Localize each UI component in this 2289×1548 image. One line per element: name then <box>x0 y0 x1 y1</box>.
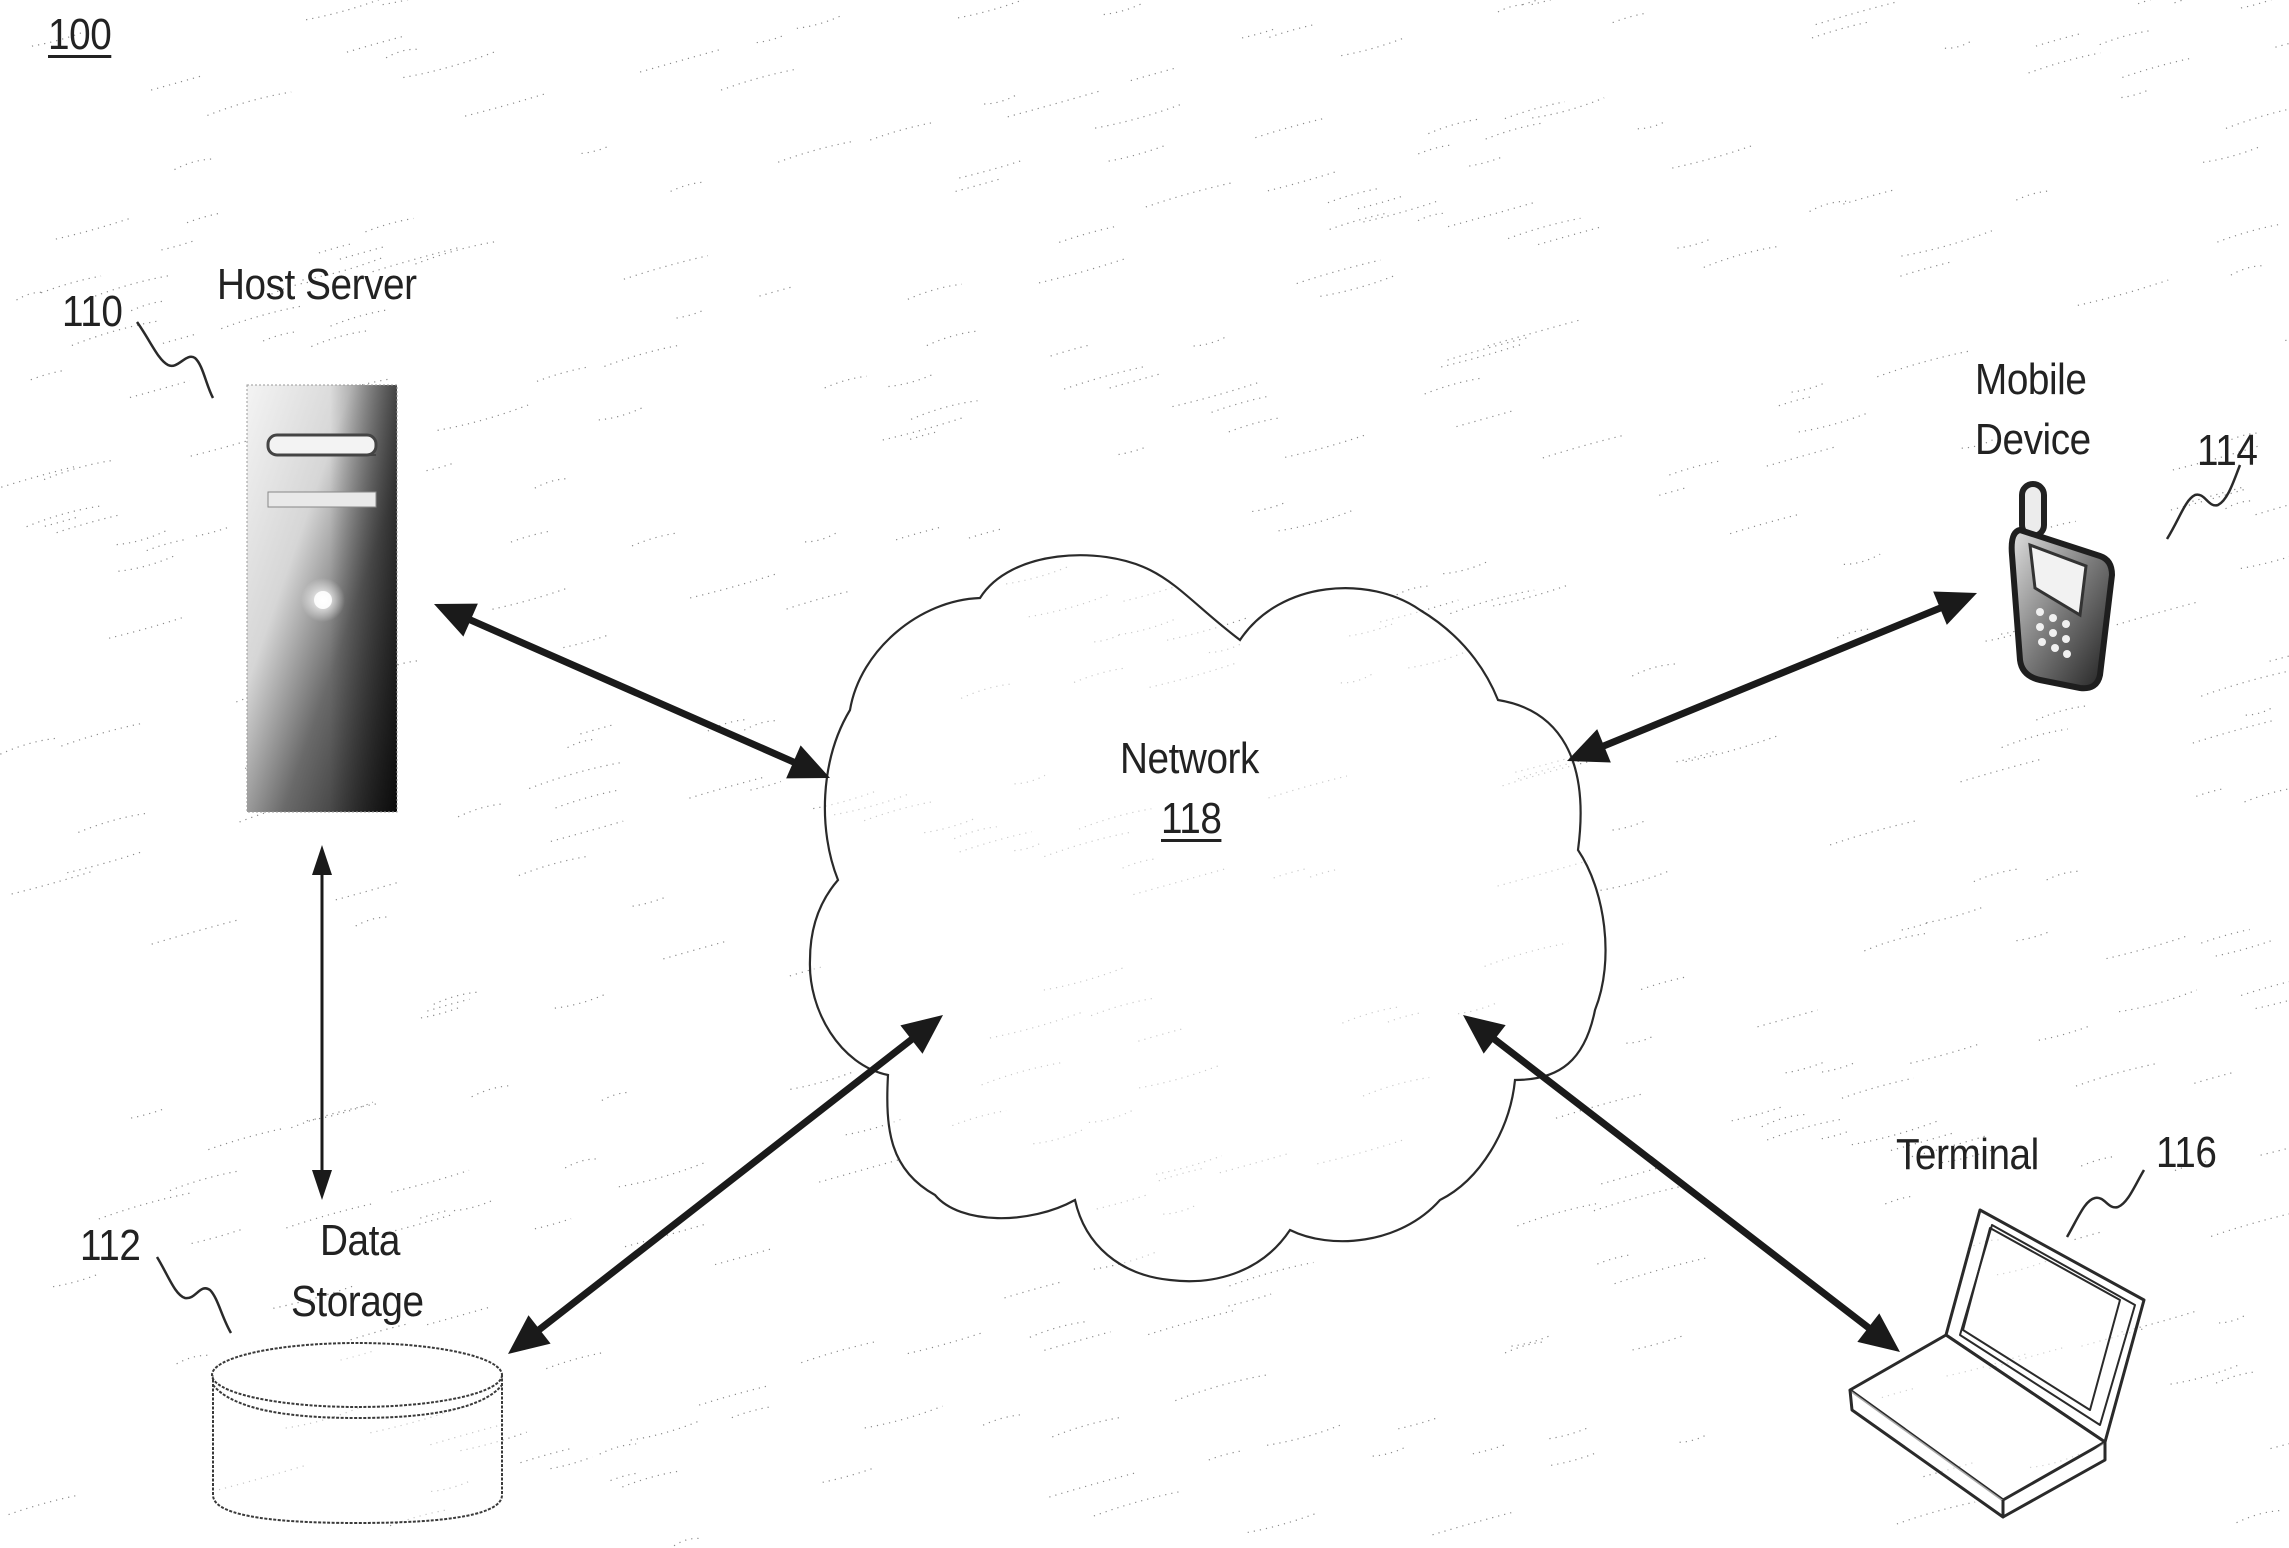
arrow-host-server-to-data-storage <box>312 845 332 1200</box>
terminal-label: Terminal <box>1896 1130 2039 1179</box>
terminal-node[interactable] <box>1848 1208 2146 1519</box>
host-server-label: Host Server <box>217 260 417 309</box>
laptop-icon <box>1848 1208 2146 1519</box>
arrow-data-storage-to-network <box>508 1015 943 1354</box>
arrow-mobile-device-to-network <box>1567 591 1977 763</box>
arrowhead-start <box>508 1315 551 1354</box>
data-storage-label-line1: Data <box>320 1216 401 1265</box>
data-storage-label-line2: Storage <box>291 1277 424 1326</box>
arrow-terminal-to-network <box>1463 1015 1900 1352</box>
cloud-icon <box>808 554 1607 1283</box>
leader-116 <box>2065 1169 2146 1238</box>
data-storage-ref: 112 <box>80 1221 141 1270</box>
leader-110 <box>135 321 215 399</box>
mobile-device-node[interactable] <box>2008 481 2116 692</box>
mobile-device-ref: 114 <box>2197 426 2258 475</box>
arrowhead-start <box>312 845 332 875</box>
arrow-host-server-to-network <box>434 603 830 779</box>
arrow-shaft <box>534 1034 917 1335</box>
mobile-phone-icon <box>2008 481 2116 692</box>
leader-114 <box>2165 464 2242 540</box>
database-cylinder-icon <box>211 1342 503 1525</box>
data-storage-node[interactable] <box>211 1342 503 1525</box>
arrowhead-end <box>312 1170 332 1200</box>
host-server-ref: 110 <box>62 287 123 336</box>
arrow-shaft <box>1598 603 1946 751</box>
server-tower-icon <box>246 384 398 813</box>
arrow-shaft <box>465 615 799 767</box>
network-ref: 118 <box>1161 794 1222 843</box>
arrow-shaft <box>1489 1034 1874 1333</box>
figure-number: 100 <box>48 10 112 59</box>
mobile-device-label-line1: Mobile <box>1975 355 2087 404</box>
mobile-device-label-line2: Device <box>1975 415 2091 464</box>
patent-figure: 100 Host Server 110 Data Storage 112 Mob… <box>0 0 2289 1548</box>
network-cloud[interactable] <box>808 554 1607 1283</box>
leader-112 <box>155 1256 233 1334</box>
host-server-node[interactable] <box>246 384 398 813</box>
arrowhead-start <box>1857 1313 1900 1352</box>
network-label: Network <box>1120 734 1259 783</box>
terminal-ref: 116 <box>2156 1128 2217 1177</box>
